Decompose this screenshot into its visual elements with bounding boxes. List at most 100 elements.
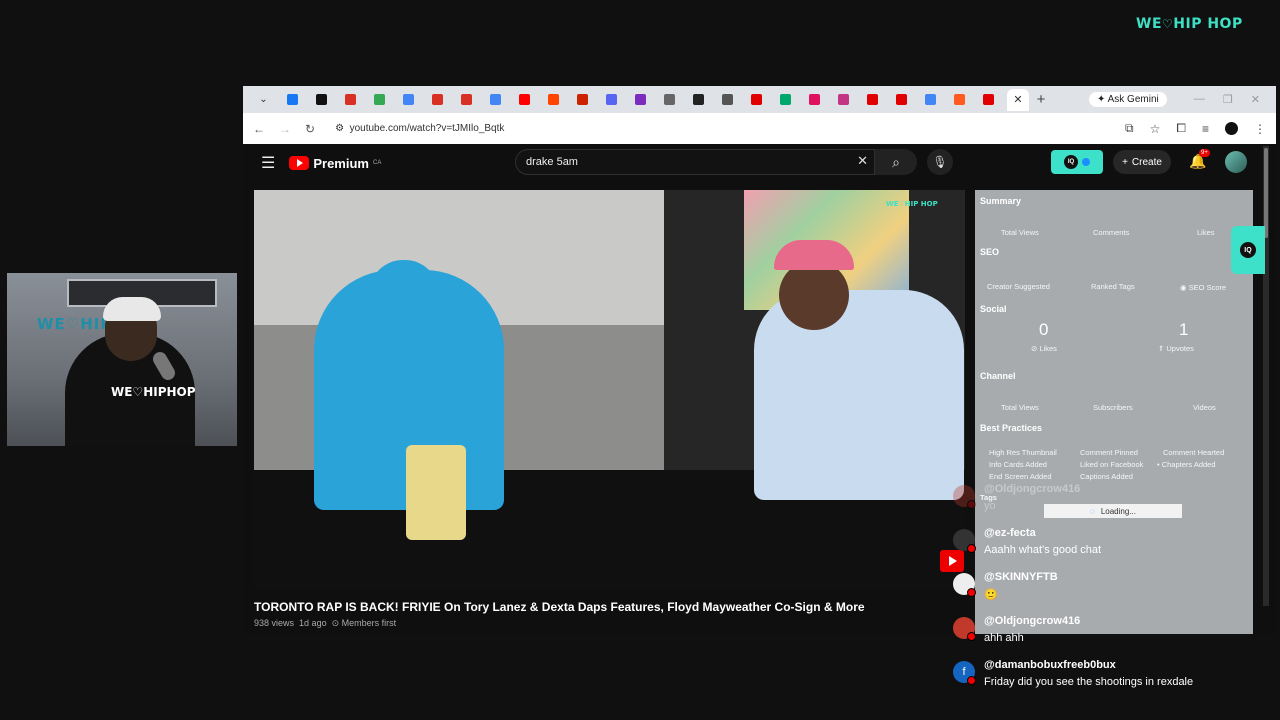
chat-message: @ez-fecta Aaahh what's good chat [950,527,1270,571]
tab[interactable] [742,86,771,113]
vidiq-extension-button[interactable]: IQ [1051,150,1103,174]
tab-favicon-icon [287,94,298,105]
bp-comment-pinned: Comment Pinned [1080,448,1138,457]
tab[interactable] [568,86,597,113]
new-tab-button[interactable]: + [1029,91,1053,108]
youtube-region: CA [372,159,382,166]
plus-icon: + [1122,156,1128,168]
vidiq-sidebar-toggle[interactable]: IQ [1231,226,1265,274]
chat-username: @SKINNYFTB [984,571,1058,583]
forward-icon[interactable]: → [279,122,291,136]
tab-favicon-icon [751,94,762,105]
site-info-icon[interactable]: ⚙ [335,123,344,134]
social-likes-label: ⊘ Likes [1031,344,1057,353]
browser-menu-icon[interactable]: ⋮ [1254,122,1266,136]
tab[interactable] [336,86,365,113]
tab[interactable] [394,86,423,113]
address-bar: ← → ↻ ⚙ youtube.com/watch?v=tJMIlo_Bqtk … [243,113,1276,144]
webcam-shirt-text: WE♡HIPHOP [111,385,196,399]
tab[interactable] [829,86,858,113]
back-icon[interactable]: ← [253,122,265,136]
tab[interactable] [916,86,945,113]
summary-total-views-label: Total Views [1001,228,1039,237]
tab[interactable] [481,86,510,113]
youtube-logo[interactable]: Premium CA [289,156,381,171]
tab[interactable] [713,86,742,113]
tab-strip: ⌄ ✕ + ✦ Ask Gemini — ❐ ✕ [243,86,1276,113]
profile-icon[interactable] [1225,122,1238,135]
youtube-badge-icon [967,632,976,641]
tab[interactable] [597,86,626,113]
address-bar-actions: ⧉ ☆ ⧠ ≡ ⋮ [1125,121,1266,136]
tab[interactable] [539,86,568,113]
tab-icons [278,86,1003,113]
voice-search-button[interactable]: 🎙 [927,149,953,175]
video-player[interactable]: WE♡HIP HOP [254,190,965,590]
video-host-cap [774,240,854,270]
tab[interactable] [655,86,684,113]
bp-info-cards-added: Info Cards Added [989,460,1047,469]
bp-chapters-added: • Chapters Added [1157,460,1216,469]
tab[interactable] [452,86,481,113]
ranked-tags-label: Ranked Tags [1091,282,1135,291]
video-host-body [754,290,964,500]
tab[interactable] [771,86,800,113]
summary-heading: Summary [980,196,1022,206]
tab-favicon-icon [780,94,791,105]
tab[interactable] [974,86,1003,113]
tab-favicon-icon [896,94,907,105]
create-button[interactable]: + Create [1113,150,1171,174]
tab-favicon-icon [722,94,733,105]
clear-search-icon[interactable]: ✕ [857,153,868,169]
summary-likes-label: Likes [1197,228,1215,237]
extensions-icon[interactable]: ⧠ [1176,121,1186,136]
channel-total-views-label: Total Views [1001,403,1039,412]
tab-favicon-icon [664,94,675,105]
video-metadata: 938 views 1d ago ⊙ Members first [254,618,397,628]
creator-suggested-label: Creator Suggested [987,282,1050,291]
summary-comments-label: Comments [1093,228,1130,237]
tab[interactable] [945,86,974,113]
tab-favicon-icon [316,94,327,105]
vidiq-status-icon [1082,158,1090,166]
reading-list-icon[interactable]: ≡ [1202,122,1209,136]
tab[interactable] [858,86,887,113]
tab[interactable] [800,86,829,113]
search-icon: ⌕ [892,153,900,170]
microphone-icon: 🎙 [932,155,948,169]
install-app-icon[interactable]: ⧉ [1125,121,1134,136]
vidiq-small-icon: ◉ [1180,283,1187,292]
chat-username: @ez-fecta [984,527,1036,539]
tab-favicon-icon [345,94,356,105]
tab-favicon-icon [519,94,530,105]
ask-gemini-button[interactable]: ✦ Ask Gemini [1089,92,1167,107]
tab[interactable] [365,86,394,113]
chat-text: ahh ahh [984,632,1024,644]
tab[interactable] [626,86,655,113]
bp-liked-on-facebook: Liked on Facebook [1080,460,1144,469]
reload-icon[interactable]: ↻ [305,122,315,136]
bookmark-star-icon[interactable]: ☆ [1150,122,1161,136]
tab[interactable] [278,86,307,113]
tab[interactable] [684,86,713,113]
maximize-icon[interactable]: ❐ [1223,93,1233,106]
tab-favicon-icon [548,94,559,105]
close-window-icon[interactable]: ✕ [1251,93,1260,106]
tab[interactable] [423,86,452,113]
active-tab-close-button[interactable]: ✕ [1007,88,1029,111]
tab[interactable] [887,86,916,113]
url-field[interactable]: ⚙ youtube.com/watch?v=tJMIlo_Bqtk [335,123,504,134]
hamburger-menu-icon[interactable]: ☰ [261,153,275,173]
tab[interactable] [510,86,539,113]
minimize-icon[interactable]: — [1194,93,1205,106]
search-button[interactable]: ⌕ [875,149,917,175]
tab[interactable] [307,86,336,113]
social-likes-value: 0 [1039,320,1049,339]
tab-search-menu[interactable]: ⌄ [249,86,278,113]
tab-favicon-icon [635,94,646,105]
account-avatar[interactable] [1225,151,1247,173]
search-input[interactable]: drake 5am ✕ [515,149,875,175]
page-scrollbar-thumb[interactable] [1264,148,1268,238]
tab-favicon-icon [461,94,472,105]
social-upvotes-value: 1 [1179,320,1189,339]
